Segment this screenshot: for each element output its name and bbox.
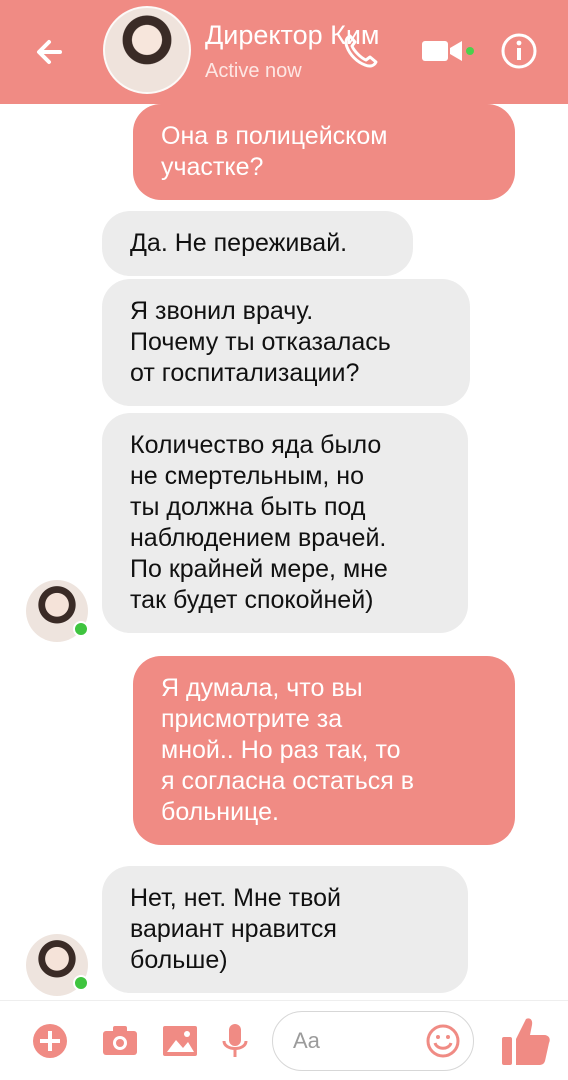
camera-icon[interactable] xyxy=(100,1021,140,1061)
video-camera-icon[interactable] xyxy=(420,36,464,66)
active-dot xyxy=(466,47,474,55)
chat-header: Директор Ким Active now xyxy=(0,0,568,104)
message-incoming[interactable]: Нет, нет. Мне твой вариант нравится боль… xyxy=(102,866,468,993)
message-incoming[interactable]: Количество яда было не смертельным, но т… xyxy=(102,413,468,633)
info-icon[interactable] xyxy=(500,32,538,70)
message-outgoing[interactable]: Она в полицейском участке? xyxy=(133,104,515,200)
back-arrow-icon[interactable] xyxy=(30,30,74,74)
emoji-icon[interactable] xyxy=(425,1023,461,1059)
contact-avatar[interactable] xyxy=(103,6,191,94)
message-composer xyxy=(0,1000,568,1080)
message-incoming[interactable]: Да. Не переживай. xyxy=(102,211,413,276)
thumbs-up-icon[interactable] xyxy=(500,1013,552,1069)
contact-status: Active now xyxy=(205,60,302,82)
microphone-icon[interactable] xyxy=(215,1021,255,1061)
message-incoming[interactable]: Я звонил врачу. Почему ты отказалась от … xyxy=(102,279,470,406)
online-status-dot xyxy=(73,975,89,991)
message-outgoing[interactable]: Я думала, что вы присмотрите за мной.. Н… xyxy=(133,656,515,845)
image-icon[interactable] xyxy=(160,1021,200,1061)
plus-icon[interactable] xyxy=(30,1021,70,1061)
online-status-dot xyxy=(73,621,89,637)
phone-icon[interactable] xyxy=(340,32,380,72)
